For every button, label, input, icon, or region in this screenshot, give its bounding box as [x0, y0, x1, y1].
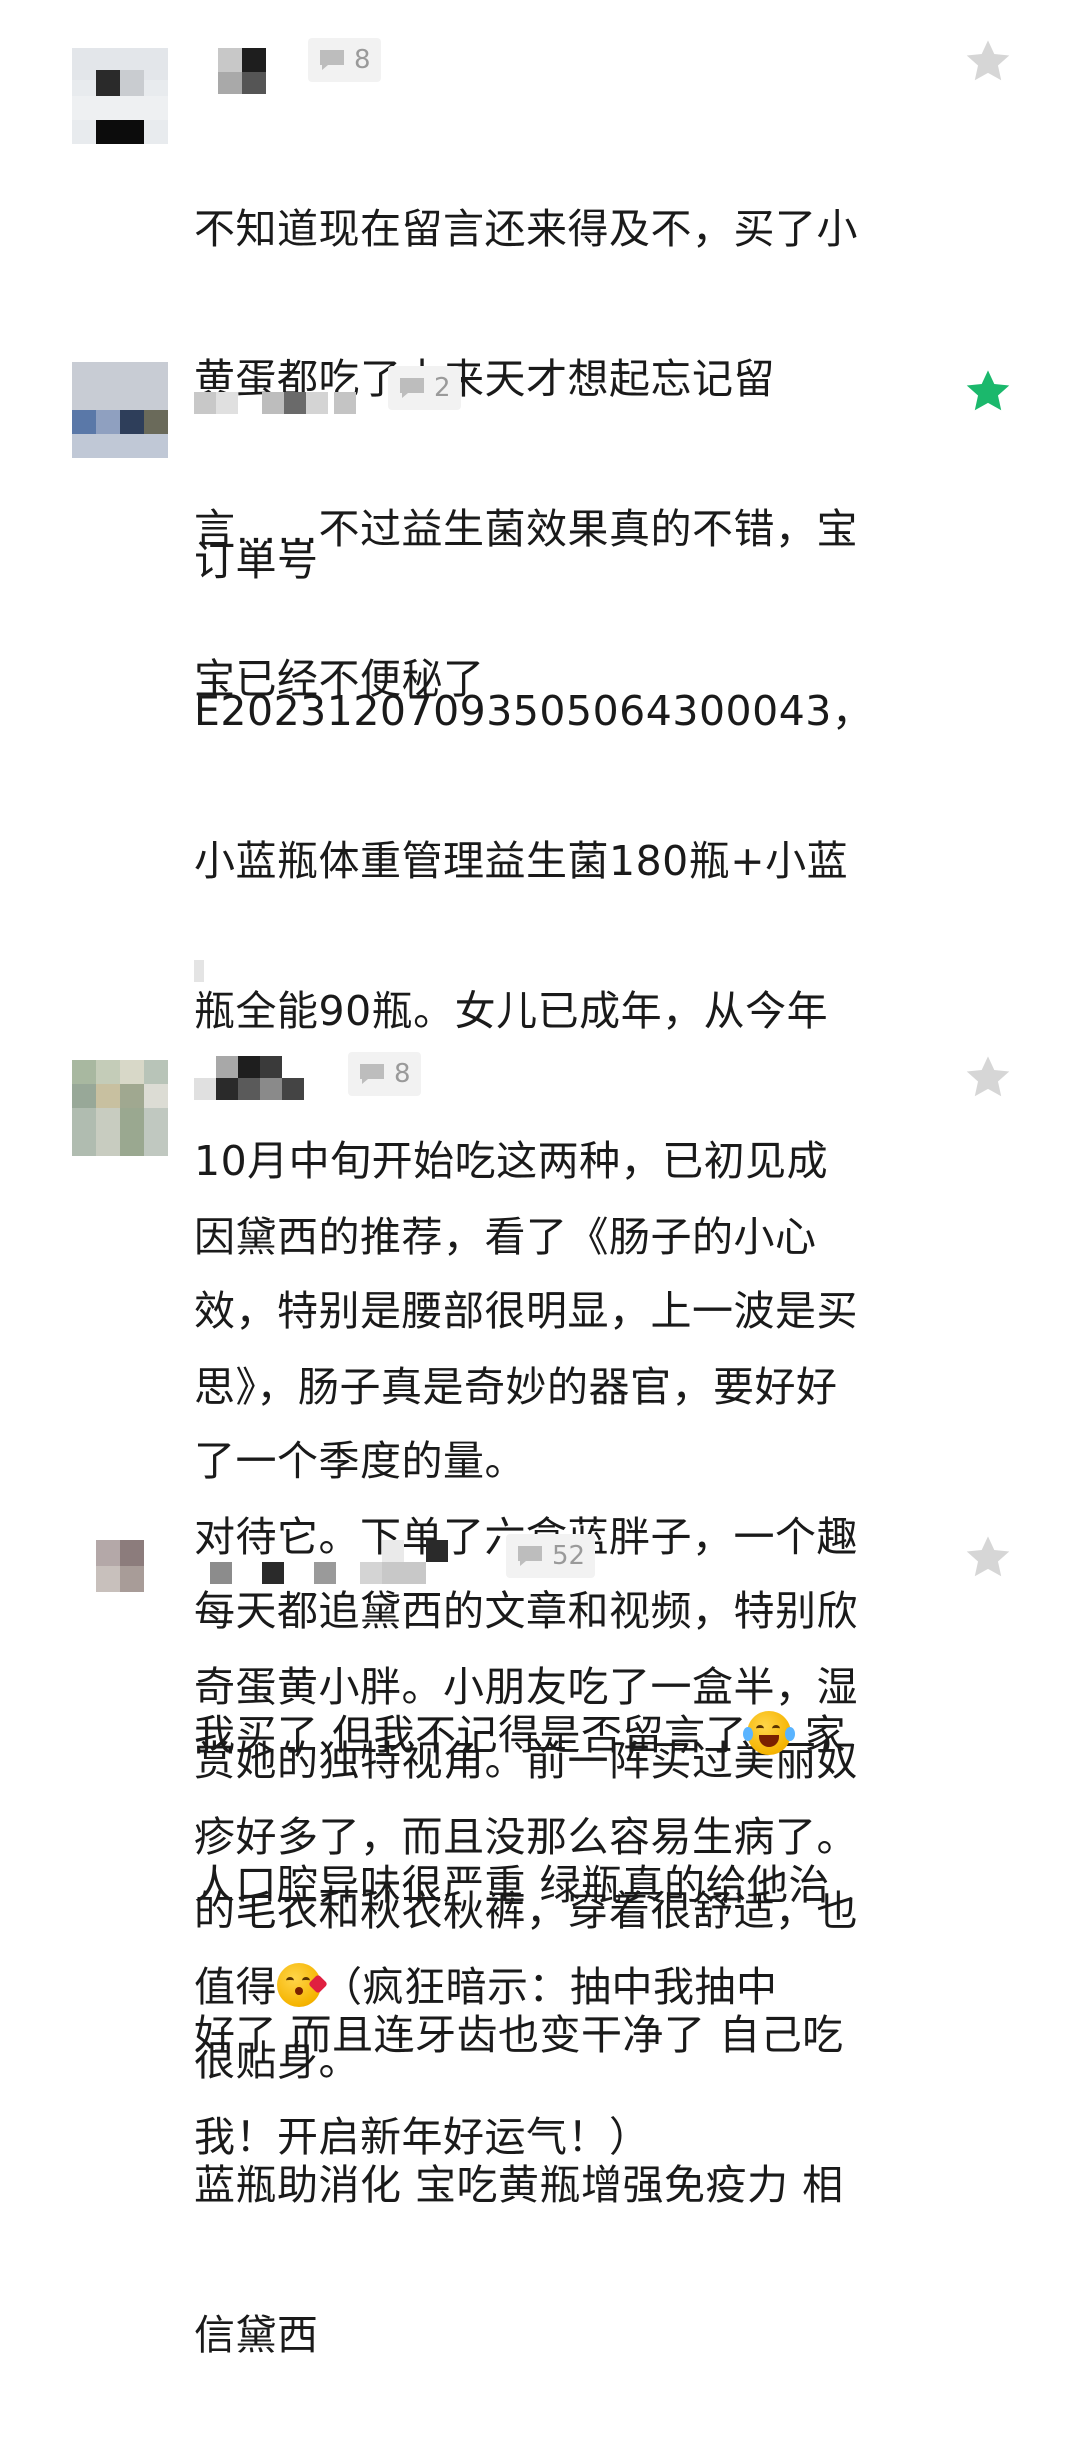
username[interactable]: [190, 1540, 490, 1584]
text-segment: 家: [791, 1711, 847, 1759]
text-line: 不知道现在留言还来得及不，买了小: [194, 205, 858, 253]
reply-count-value: 2: [434, 373, 451, 403]
reply-count-value: 8: [354, 45, 371, 75]
comment-item: 2 订单号 E202312070935050643000​43， 小蓝瓶体重管理…: [0, 340, 1080, 2085]
text-line: 订单号: [194, 537, 319, 585]
text-line: E202312070935050643000​43，: [194, 687, 874, 735]
username[interactable]: [190, 384, 370, 428]
reply-count[interactable]: 52: [506, 1534, 596, 1578]
text-line: 因黛西的推荐，看了《肠子的小心: [194, 1213, 817, 1261]
avatar[interactable]: [96, 1540, 148, 1592]
comment-item: 8 因黛西的推荐，看了《肠子的小心 思》，肠子真是奇妙的器官，要好好 对待它。下…: [0, 1040, 1080, 2161]
avatar[interactable]: [72, 362, 168, 458]
avatar[interactable]: [72, 1060, 168, 1156]
comment-item: 8 不知道现在留言还来得及不，买了小 黄蛋都吃了十来天才想起忘记留 言……不过益…: [0, 0, 1080, 703]
blurred-mark: [194, 960, 204, 982]
comment-item: 52 我买了 但我不记得是否留言了 家 人口腔异味很严重 绿瓶真的给他治 好了 …: [0, 1520, 1080, 2359]
avatar[interactable]: [72, 48, 168, 144]
reply-count[interactable]: 8: [308, 38, 381, 82]
text-line: 人口腔异味很严重 绿瓶真的给他治: [194, 1861, 831, 1909]
text-line: 蓝瓶助消化 宝吃黄瓶增强免疫力 相: [194, 2161, 844, 2209]
comment-text: 我买了 但我不记得是否留言了 家 人口腔异味很严重 绿瓶真的给他治 好了 而且连…: [194, 1610, 894, 2460]
reply-count-value: 8: [394, 1059, 411, 1089]
reply-count-value: 52: [552, 1541, 586, 1571]
text-line: 小蓝瓶体重管理益生菌180瓶+小蓝: [194, 837, 849, 885]
text-line: 思》，肠子真是奇妙的器官，要好好: [194, 1363, 838, 1411]
reply-count[interactable]: 2: [388, 366, 461, 410]
username[interactable]: [190, 1056, 310, 1100]
star-icon[interactable]: [962, 1532, 1014, 1584]
comment-bubble-icon: [320, 50, 344, 70]
text-line: 瓶全能90瓶。女儿已成年，从今年: [194, 987, 829, 1035]
star-icon[interactable]: [962, 36, 1014, 88]
text-line: 好了 而且连牙齿也变干净了 自己吃: [194, 2011, 844, 2059]
comment-bubble-icon: [400, 378, 424, 398]
comment-bubble-icon: [518, 1546, 542, 1566]
reply-count[interactable]: 8: [348, 1052, 421, 1096]
laugh-cry-emoji-icon: [743, 1711, 796, 1755]
text-line: 我买了 但我不记得是否留言了 家: [194, 1710, 894, 1760]
username[interactable]: [190, 48, 290, 94]
star-icon[interactable]: [962, 1052, 1014, 1104]
star-icon[interactable]: [962, 366, 1014, 418]
text-segment: 我买了 但我不记得是否留言了: [194, 1711, 748, 1759]
text-line: 信黛西: [194, 2311, 319, 2359]
comment-bubble-icon: [360, 1064, 384, 1084]
